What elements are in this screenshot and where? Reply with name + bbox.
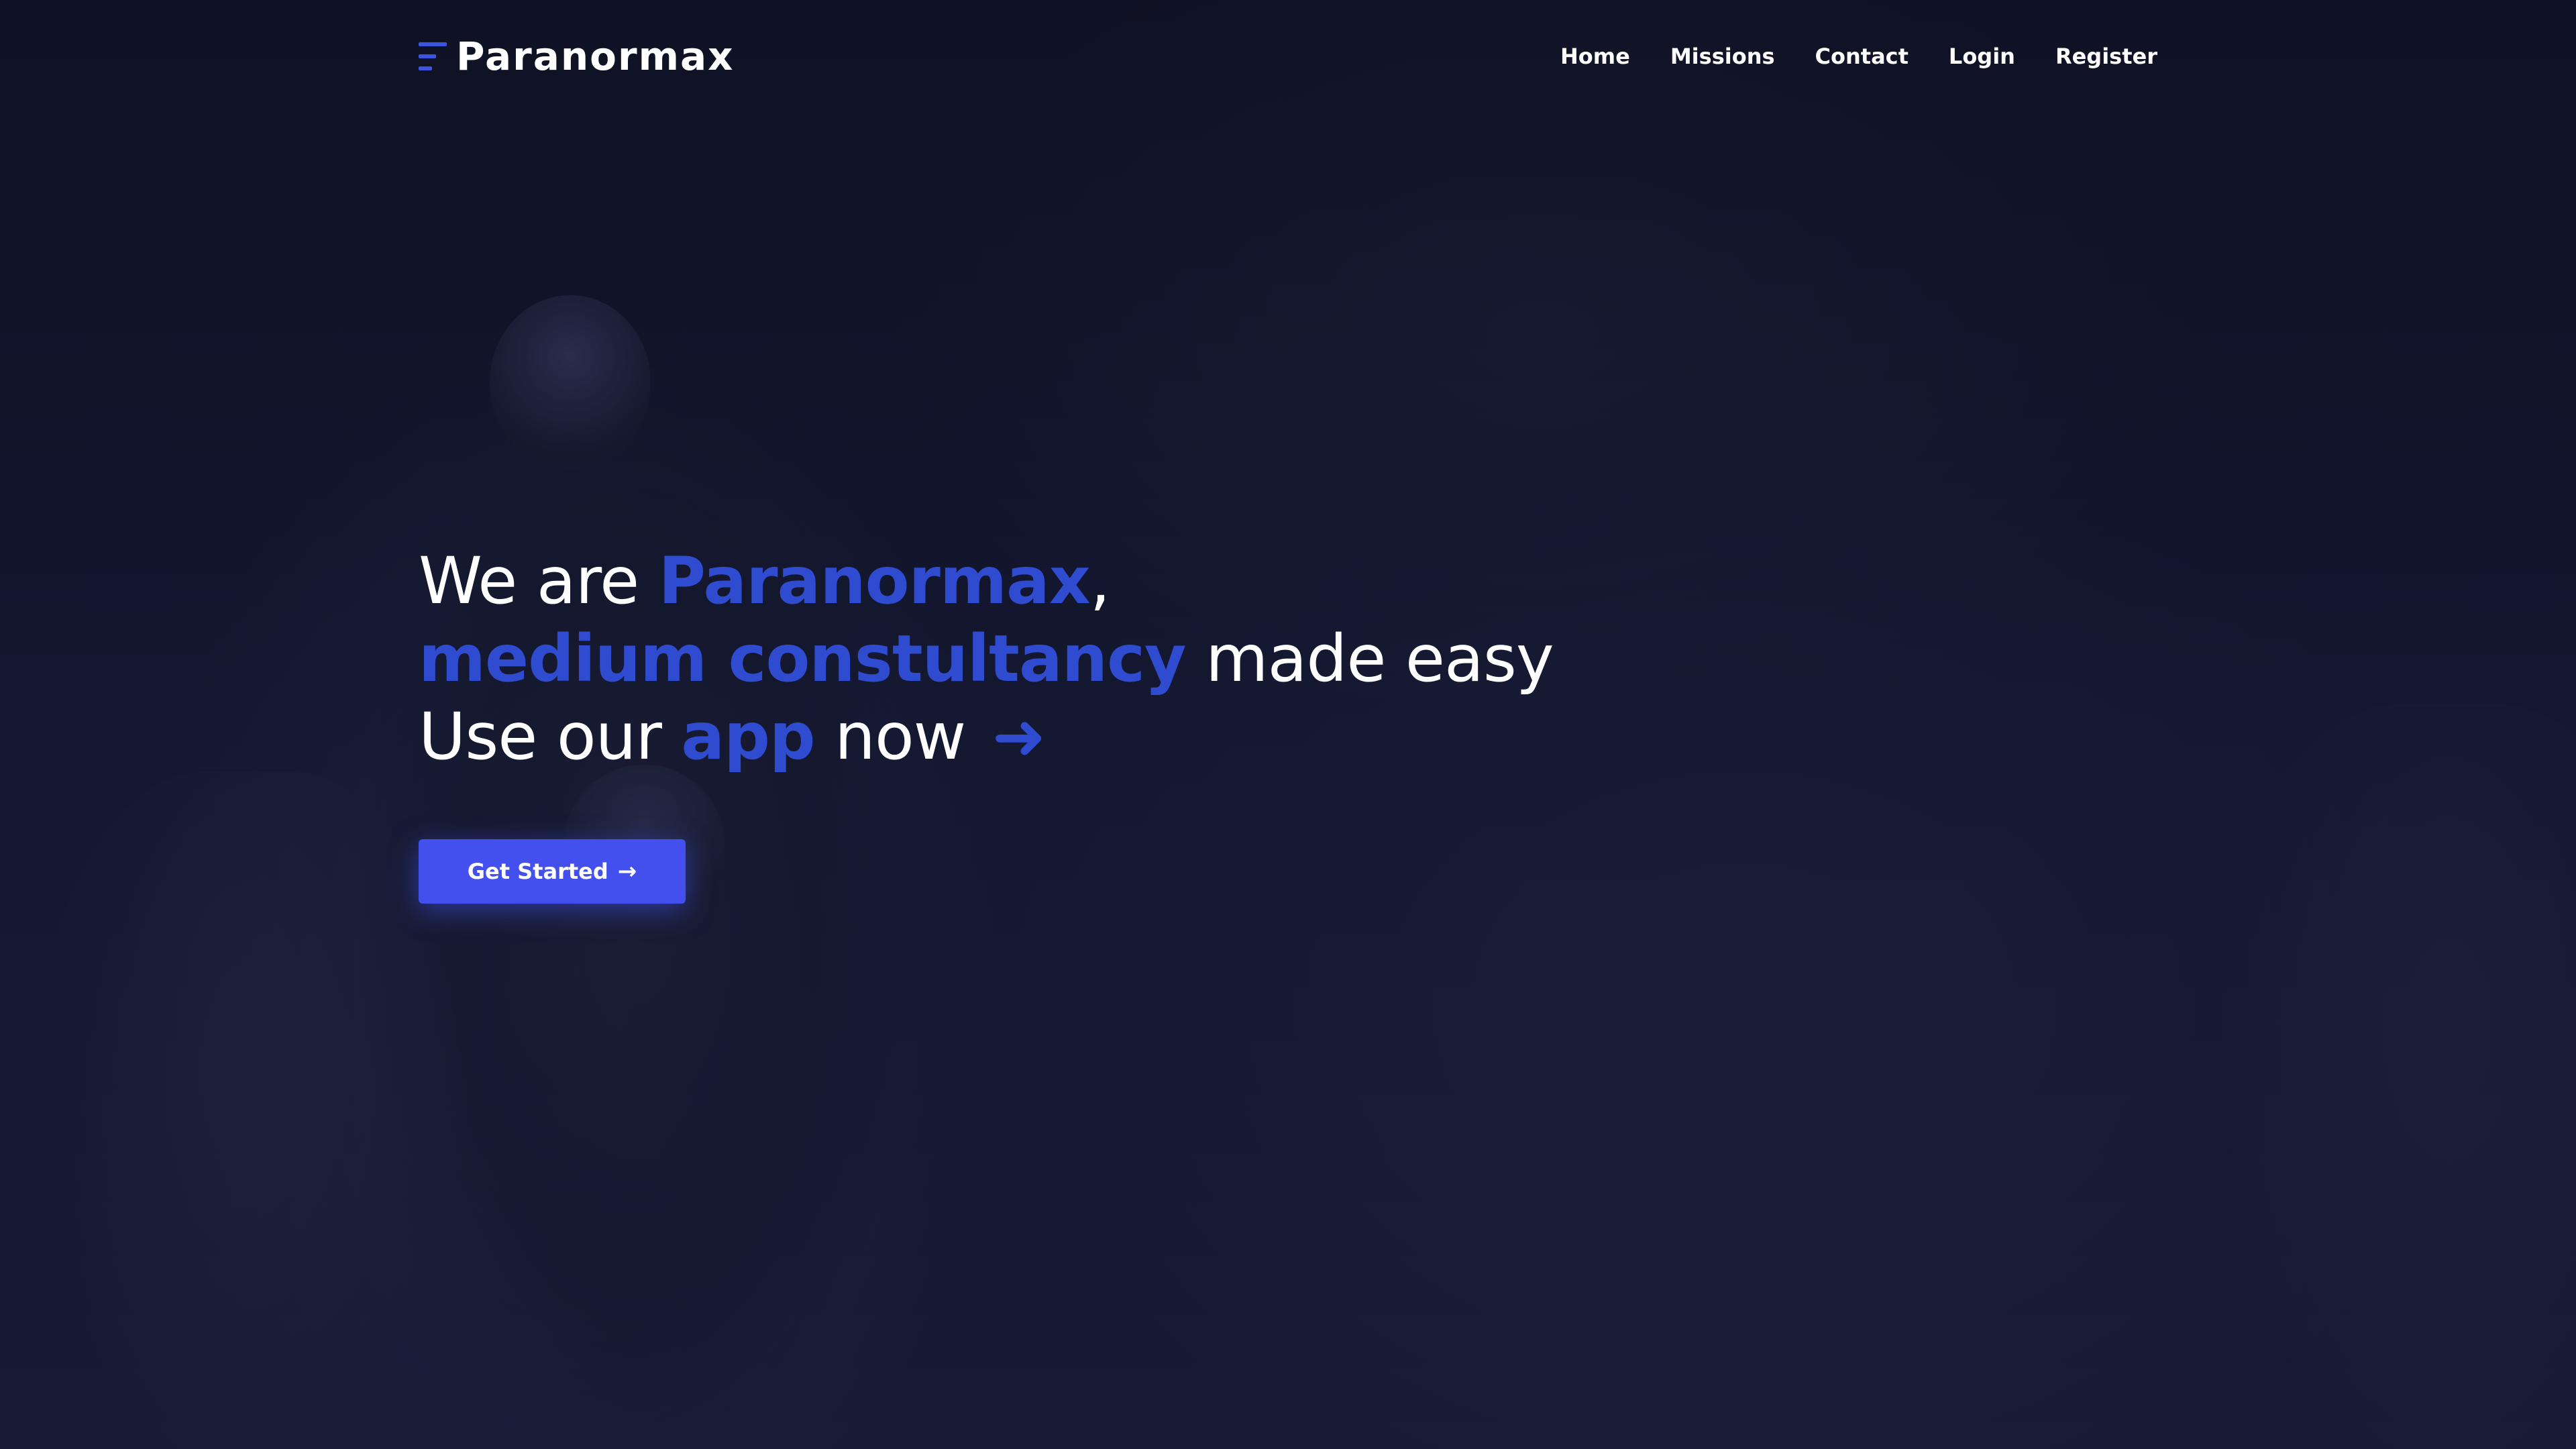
- nav-link-home[interactable]: Home: [1560, 44, 1630, 69]
- arrow-right-bold-icon: ➜: [991, 699, 1046, 774]
- hero-line-2: medium constultancy made easy: [419, 620, 1554, 698]
- hero-line-1-prefix: We are: [419, 543, 659, 619]
- hero-heading: We are Paranormax, medium constultancy m…: [419, 542, 1554, 775]
- menu-lines-icon: [419, 42, 447, 70]
- nav-links: Home Missions Contact Login Register: [1560, 44, 2157, 69]
- hero-line-1-suffix: ,: [1089, 543, 1110, 619]
- hero-line-1-accent: Paranormax: [658, 543, 1091, 619]
- hero-line-3-accent: app: [681, 699, 815, 774]
- ghost-figure-left: [40, 771, 456, 1449]
- ghost-figure-right: [2214, 704, 2576, 1449]
- hero-line-1: We are Paranormax,: [419, 542, 1554, 620]
- hero-line-2-accent: medium constultancy: [419, 621, 1187, 696]
- hero-line-3-suffix: now: [814, 699, 985, 774]
- landing-page: Paranormax Home Missions Contact Login R…: [0, 0, 2576, 1449]
- nav-link-missions[interactable]: Missions: [1670, 44, 1775, 69]
- hero-line-3: Use our app now ➜: [419, 698, 1554, 775]
- top-navbar: Paranormax Home Missions Contact Login R…: [419, 32, 2157, 80]
- nav-link-login[interactable]: Login: [1949, 44, 2015, 69]
- get-started-label: Get Started: [467, 859, 608, 884]
- nav-link-register[interactable]: Register: [2055, 44, 2157, 69]
- brand-logo[interactable]: Paranormax: [419, 34, 735, 79]
- get-started-button[interactable]: Get Started →: [419, 839, 686, 904]
- ghost-figure-head: [490, 295, 651, 470]
- hero-line-2-suffix: made easy: [1185, 621, 1554, 696]
- hero-line-3-prefix: Use our: [419, 699, 682, 774]
- nav-link-contact[interactable]: Contact: [1815, 44, 1909, 69]
- arrow-right-icon: →: [617, 858, 637, 885]
- brand-name: Paranormax: [456, 34, 735, 79]
